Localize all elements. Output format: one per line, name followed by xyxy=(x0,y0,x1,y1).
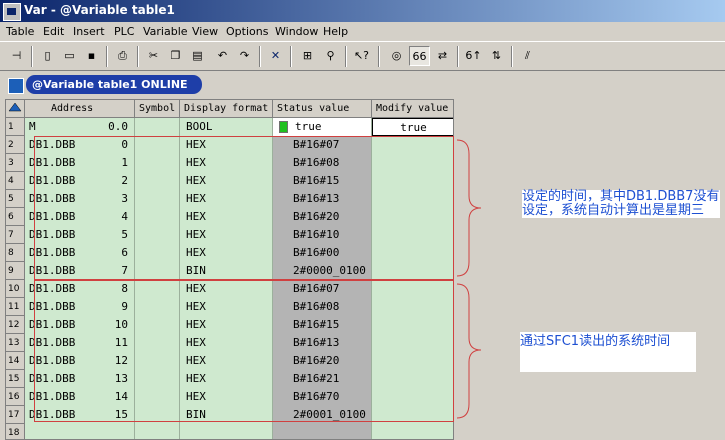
header-address[interactable]: Address xyxy=(25,100,135,118)
modify-value-cell[interactable] xyxy=(372,424,453,439)
row-number[interactable]: 13 xyxy=(6,334,25,352)
row-number[interactable]: 11 xyxy=(6,298,25,316)
toolbar-separator xyxy=(137,46,139,67)
toolbar: ⊣ ▯ ▭ ▪ ⎙ ✂ ❐ ▤ ↶ ↷ ✕ ⊞ ⚲ ↖? ◎ 66 ⇄ 6↑ ⇅… xyxy=(0,41,725,71)
address-cell: M 0.0 xyxy=(25,118,135,136)
menu-window[interactable]: Window xyxy=(275,25,318,38)
toolbar-separator xyxy=(290,46,292,67)
row-number[interactable]: 7 xyxy=(6,226,25,244)
row-number[interactable]: 5 xyxy=(6,190,25,208)
address-offset: 0.0 xyxy=(108,120,128,133)
header-modify-value[interactable]: Modify value xyxy=(372,100,453,118)
save-icon[interactable]: ▪ xyxy=(81,46,102,66)
annotation-note-system-time: 通过SFC1读出的系统时间 xyxy=(520,332,696,372)
header-display-format[interactable]: Display format xyxy=(180,100,273,118)
menu-bar: Table Edit Insert PLC Variable View Opti… xyxy=(0,22,725,41)
online-icon[interactable]: ⊞ xyxy=(297,46,318,66)
redo-icon[interactable]: ↷ xyxy=(234,46,255,66)
row-number[interactable]: 9 xyxy=(6,262,25,280)
row-number[interactable]: 1 xyxy=(6,118,25,136)
modify-value-cell[interactable]: true xyxy=(372,118,453,136)
toolbar-separator xyxy=(259,46,261,67)
table-corner-icon xyxy=(8,102,22,112)
address-cell xyxy=(25,424,135,439)
modify-variable-icon[interactable]: ⇄ xyxy=(432,46,453,66)
delete-icon[interactable]: ✕ xyxy=(265,46,286,66)
menu-table[interactable]: Table xyxy=(6,25,34,38)
paste-icon[interactable]: ▤ xyxy=(187,46,208,66)
symbol-cell xyxy=(135,118,180,136)
menu-insert[interactable]: Insert xyxy=(73,25,105,38)
help-cursor-icon[interactable]: ↖? xyxy=(351,46,372,66)
cut-icon[interactable]: ✂ xyxy=(143,46,164,66)
header-status-value[interactable]: Status value xyxy=(273,100,372,118)
row-number[interactable]: 15 xyxy=(6,370,25,388)
copy-icon[interactable]: ❐ xyxy=(165,46,186,66)
row-number[interactable]: 2 xyxy=(6,136,25,154)
toolbar-separator xyxy=(457,46,459,67)
symbol-cell xyxy=(135,424,180,439)
toolbar-separator xyxy=(31,46,33,67)
table-corner xyxy=(6,100,25,118)
row-number[interactable]: 16 xyxy=(6,388,25,406)
print-icon[interactable]: ⎙ xyxy=(112,46,133,66)
app-icon xyxy=(3,3,21,21)
table-header: Address Symbol Display format Status val… xyxy=(6,100,453,118)
toolbar-separator xyxy=(345,46,347,67)
menu-view[interactable]: View xyxy=(192,25,218,38)
update-monitor-icon[interactable]: 6↑ xyxy=(463,46,484,66)
status-indicator-icon xyxy=(279,121,288,133)
display-format-cell: BOOL xyxy=(180,118,273,136)
title-bar: Var - @Variable table1 xyxy=(0,0,725,22)
monitor-variable-icon[interactable]: 66 xyxy=(409,46,430,66)
bracket-set-time xyxy=(456,139,482,277)
display-format-cell xyxy=(180,424,273,439)
row-number[interactable]: 8 xyxy=(6,244,25,262)
new-file-icon[interactable]: ▯ xyxy=(37,46,58,66)
document-bar: @Variable table1 ONLINE xyxy=(0,73,725,97)
activate-modify-icon[interactable]: ⇅ xyxy=(486,46,507,66)
row-number[interactable]: 17 xyxy=(6,406,25,424)
row-number[interactable]: 3 xyxy=(6,154,25,172)
annotation-box-system-time xyxy=(34,280,454,422)
row-number[interactable]: 14 xyxy=(6,352,25,370)
toolbar-separator xyxy=(378,46,380,67)
accessible-nodes-icon[interactable]: ⚲ xyxy=(320,46,341,66)
window-title: Var - @Variable table1 xyxy=(24,3,175,17)
menu-edit[interactable]: Edit xyxy=(43,25,64,38)
menu-variable[interactable]: Variable xyxy=(143,25,188,38)
undo-icon[interactable]: ↶ xyxy=(212,46,233,66)
menu-plc[interactable]: PLC xyxy=(114,25,134,38)
header-symbol[interactable]: Symbol xyxy=(135,100,180,118)
status-value-cell: true xyxy=(273,118,372,136)
document-title: @Variable table1 ONLINE xyxy=(26,75,202,94)
force-icon[interactable]: ⫽ xyxy=(517,46,538,66)
menu-options[interactable]: Options xyxy=(226,25,268,38)
row-number[interactable]: 12 xyxy=(6,316,25,334)
status-value-text: true xyxy=(295,120,322,133)
table-row[interactable]: 18 xyxy=(6,424,453,439)
pin-icon[interactable]: ⊣ xyxy=(6,46,27,66)
table-row[interactable]: 1 M 0.0 BOOL true true xyxy=(6,118,453,136)
row-number[interactable]: 10 xyxy=(6,280,25,298)
toolbar-separator xyxy=(511,46,513,67)
row-number[interactable]: 6 xyxy=(6,208,25,226)
bracket-system-time xyxy=(456,283,482,419)
toolbar-separator xyxy=(106,46,108,67)
monitor-icon[interactable]: ◎ xyxy=(386,46,407,66)
annotation-box-set-time xyxy=(34,136,454,280)
row-number[interactable]: 4 xyxy=(6,172,25,190)
table-icon xyxy=(8,78,24,94)
annotation-note-set-time: 设定的时间，其中DB1.DBB7没有设定，系统自动计算出是星期三 xyxy=(522,189,720,218)
row-number[interactable]: 18 xyxy=(6,424,25,439)
status-value-cell xyxy=(273,424,372,439)
open-folder-icon[interactable]: ▭ xyxy=(59,46,80,66)
menu-help[interactable]: Help xyxy=(323,25,348,38)
address-area: M xyxy=(29,120,36,133)
